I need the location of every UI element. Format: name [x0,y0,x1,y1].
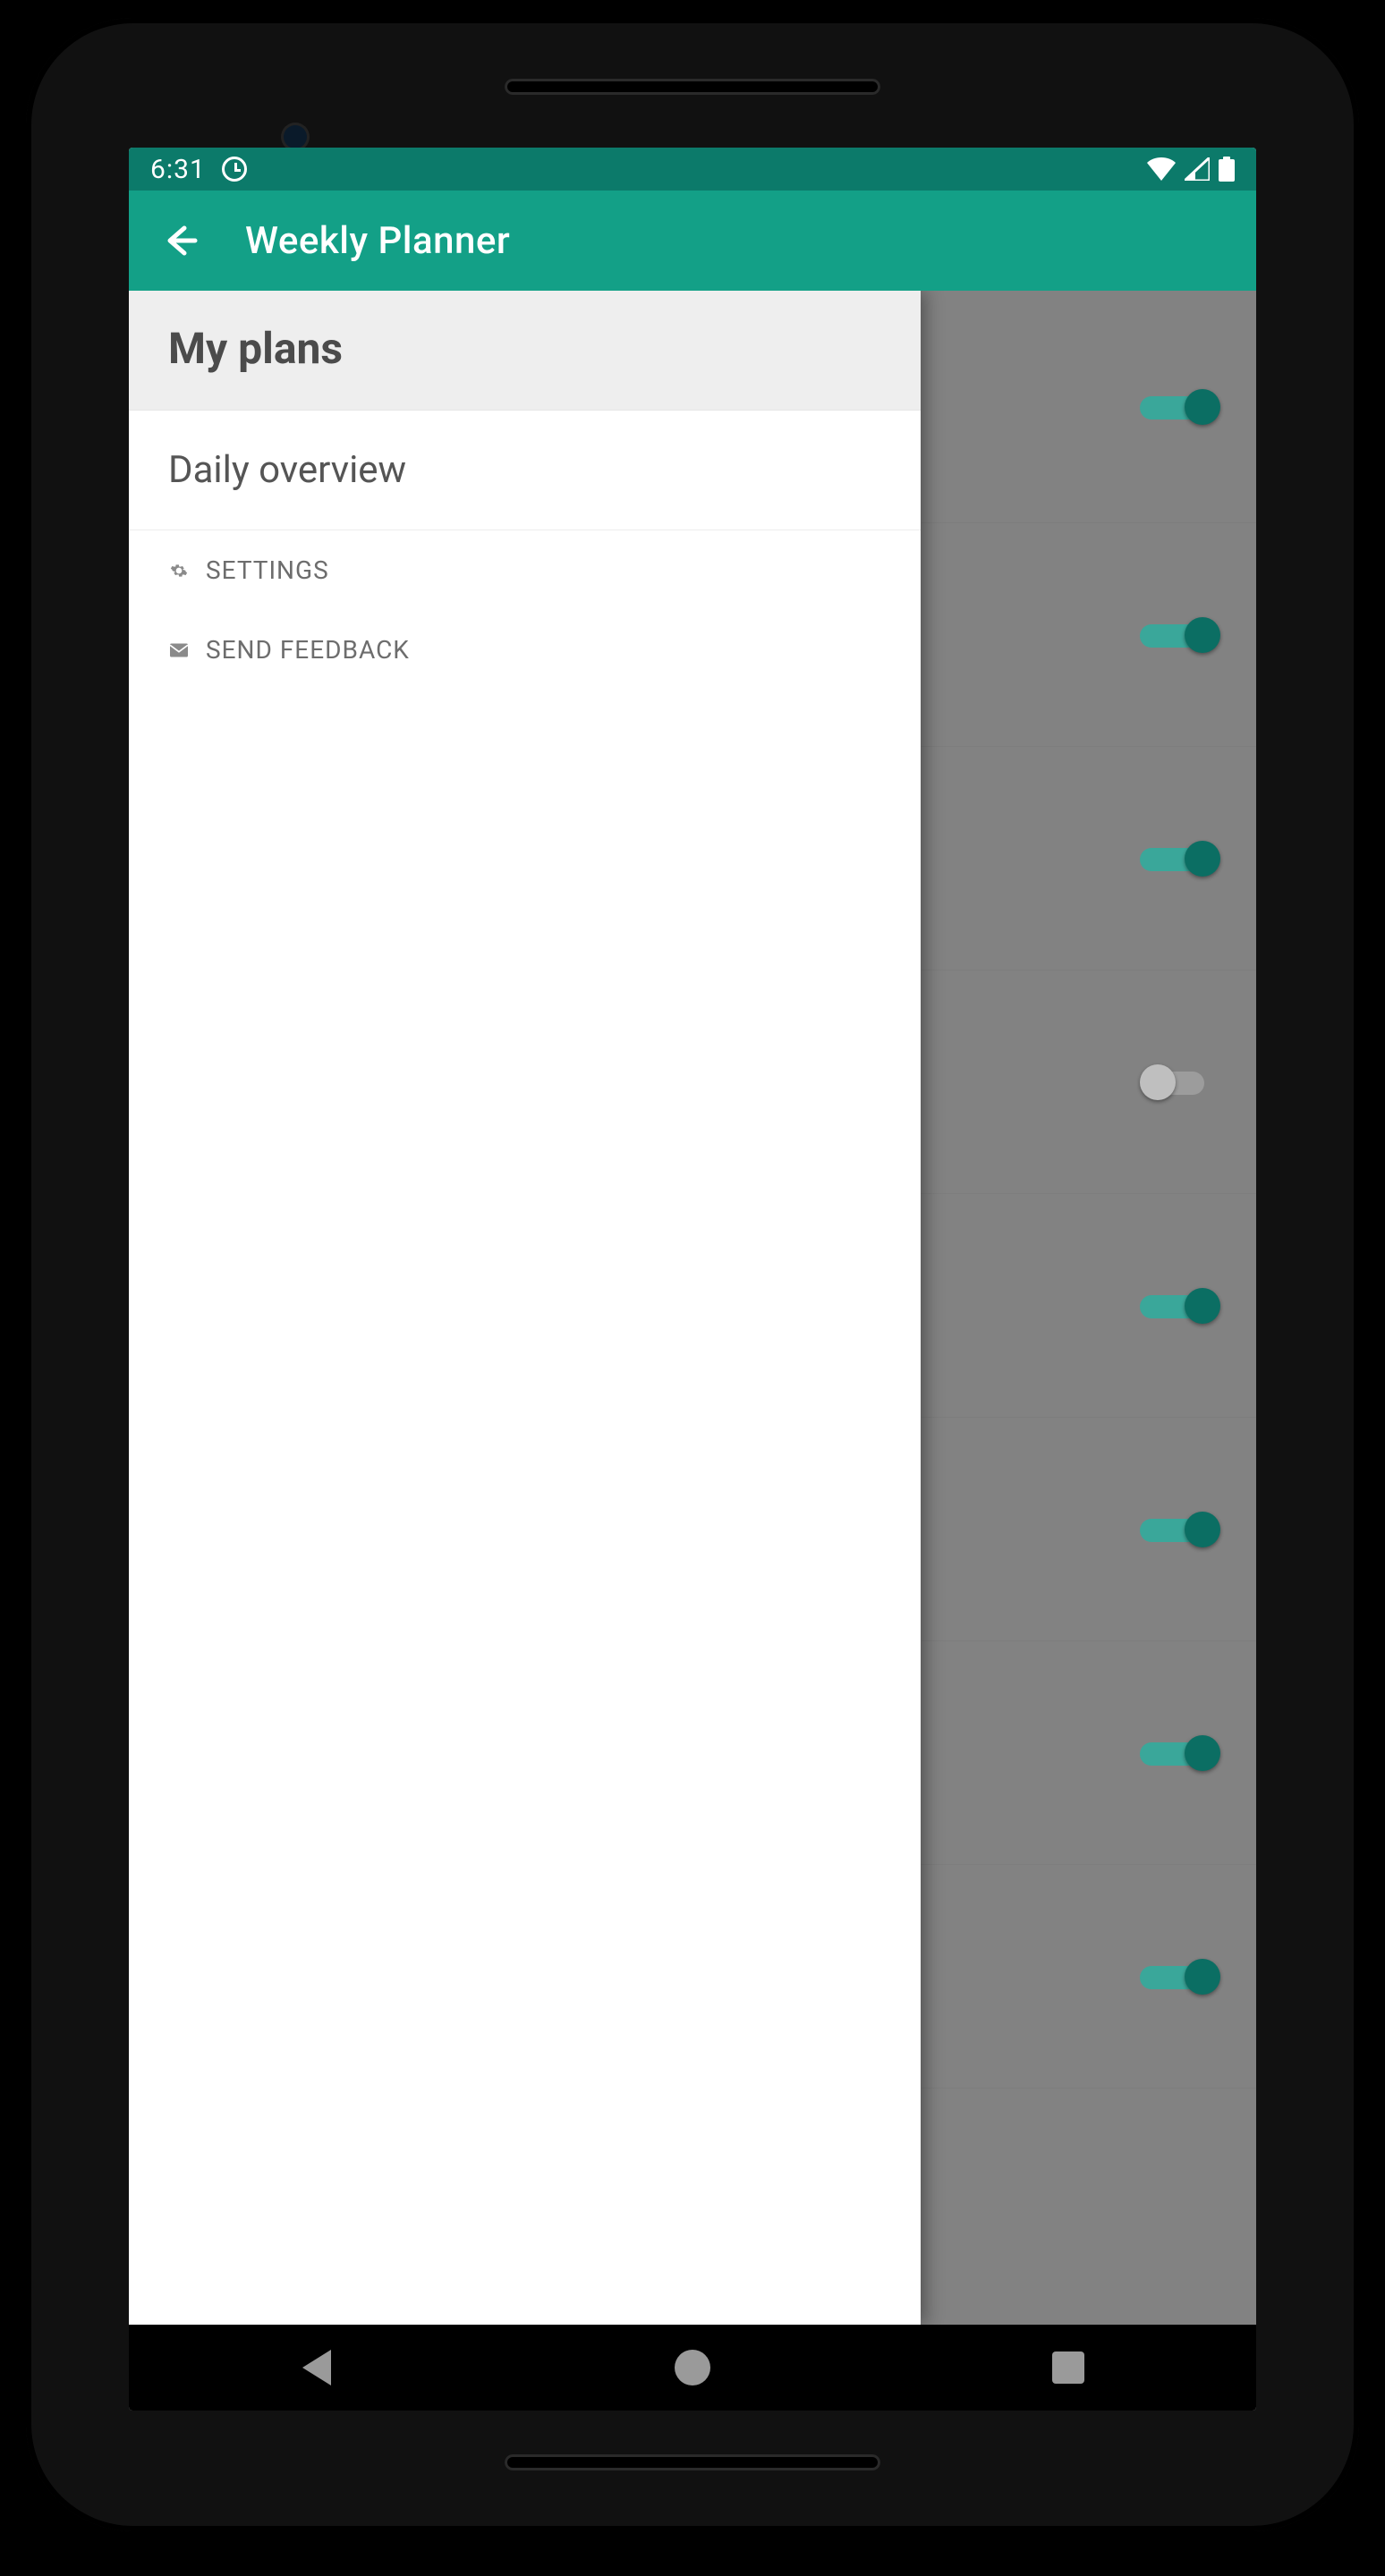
status-time: 6:31 [150,154,206,185]
front-camera [284,125,307,148]
nav-back-button[interactable] [293,2344,340,2391]
app-title: Weekly Planner [245,219,510,263]
arrow-left-icon [159,221,199,260]
drawer-item-label: Daily overview [168,448,406,492]
alarm-icon [222,157,247,182]
nav-recent-button[interactable] [1045,2344,1092,2391]
toggle-knob [1140,1064,1176,1100]
navigation-drawer: My plans Daily overview SETTINGS SEND FE… [129,291,921,2325]
toggle-knob [1185,1512,1220,1547]
toggle-switch[interactable] [1140,1731,1220,1775]
system-nav-bar [129,2325,1256,2411]
toggle-switch[interactable] [1140,836,1220,881]
circle-home-icon [675,2350,710,2385]
toggle-knob [1185,617,1220,653]
drawer-header: My plans [129,291,921,411]
content-area: My plans Daily overview SETTINGS SEND FE… [129,291,1256,2325]
device-frame: 6:31 Weekly Planner [26,18,1359,2531]
bottom-speaker [505,2454,880,2470]
status-right [1147,157,1235,182]
square-recent-icon [1052,2351,1084,2384]
drawer-feedback-label: SEND FEEDBACK [206,635,410,665]
drawer-item-settings[interactable]: SETTINGS [129,530,921,610]
toggle-switch[interactable] [1140,1954,1220,1999]
gear-icon [168,560,190,581]
toggle-knob [1185,1735,1220,1771]
cellular-icon [1185,157,1210,181]
toggle-knob [1185,1959,1220,1995]
mail-icon [168,640,190,661]
toggle-knob [1185,1288,1220,1324]
toggle-switch[interactable] [1140,613,1220,657]
app-bar: Weekly Planner [129,191,1256,291]
earpiece [505,79,880,95]
drawer-title: My plans [168,323,881,374]
drawer-item-daily-overview[interactable]: Daily overview [129,411,921,530]
triangle-back-icon [302,2350,331,2385]
nav-home-button[interactable] [669,2344,716,2391]
toggle-switch[interactable] [1140,385,1220,429]
status-bar: 6:31 [129,148,1256,191]
toggle-switch[interactable] [1140,1060,1220,1105]
toggle-switch[interactable] [1140,1284,1220,1328]
screen: 6:31 Weekly Planner [129,148,1256,2411]
drawer-item-send-feedback[interactable]: SEND FEEDBACK [129,610,921,690]
toggle-switch[interactable] [1140,1507,1220,1552]
toggle-knob [1185,841,1220,877]
battery-icon [1219,157,1235,182]
drawer-settings-label: SETTINGS [206,555,329,585]
back-button[interactable] [152,214,206,267]
toggle-knob [1185,389,1220,425]
wifi-icon [1147,157,1176,181]
